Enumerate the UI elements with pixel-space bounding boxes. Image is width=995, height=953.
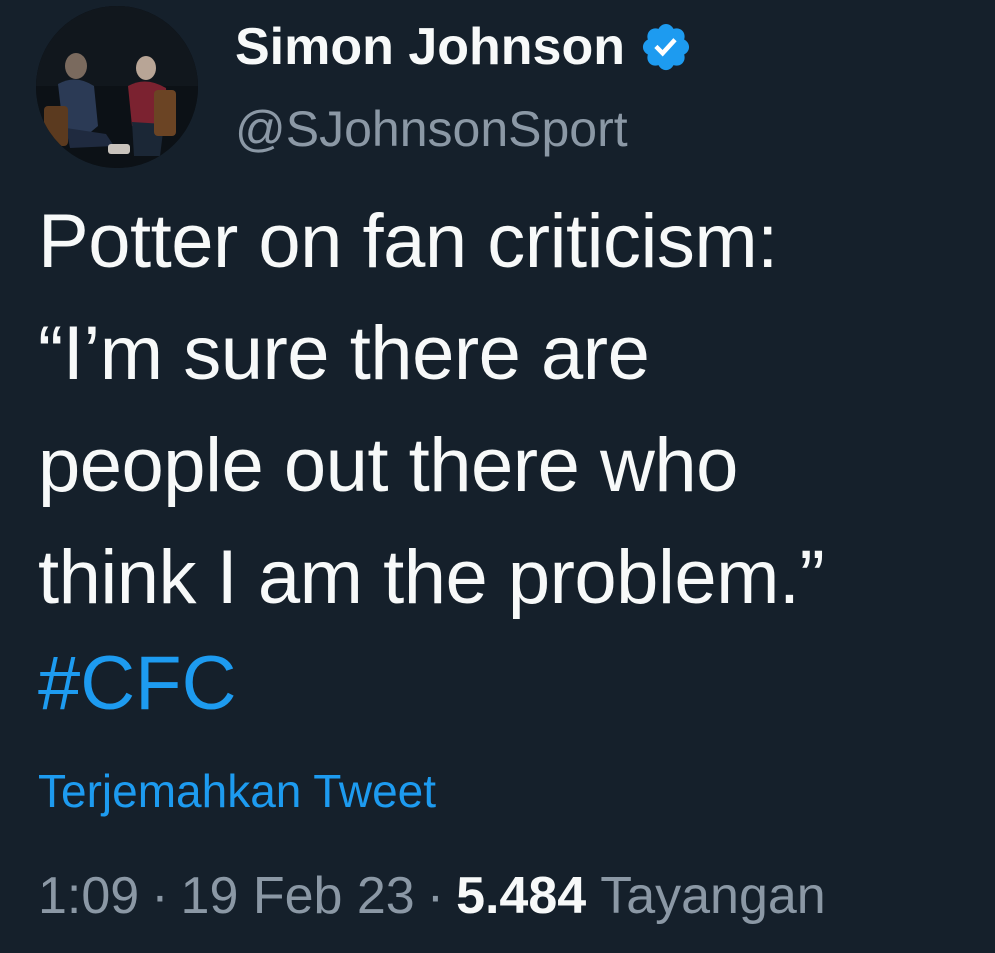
verified-badge-icon [639, 20, 693, 74]
views-label: Tayangan [600, 867, 826, 925]
separator: · [151, 867, 169, 925]
tweet: Simon Johnson @SJohnsonSport Potter on f… [0, 0, 995, 953]
profile-photo-icon [36, 6, 198, 168]
separator: · [426, 867, 445, 925]
author-row: Simon Johnson [235, 14, 693, 80]
hashtag-link[interactable]: #CFC [38, 628, 236, 740]
tweet-date[interactable]: 19 Feb 23 [181, 866, 415, 926]
user-handle[interactable]: @SJohnsonSport [235, 100, 628, 158]
tweet-time[interactable]: 1:09 [38, 866, 139, 926]
display-name[interactable]: Simon Johnson [235, 17, 625, 77]
translate-tweet-link[interactable]: Terjemahkan Tweet [38, 764, 436, 818]
views-count: 5.484 [456, 867, 587, 925]
tweet-meta: 1:09 · 19 Feb 23 · 5.484 Tayangan [38, 866, 826, 926]
avatar[interactable] [36, 6, 198, 168]
tweet-text: Potter on fan criticism: “I’m sure there… [38, 199, 825, 620]
